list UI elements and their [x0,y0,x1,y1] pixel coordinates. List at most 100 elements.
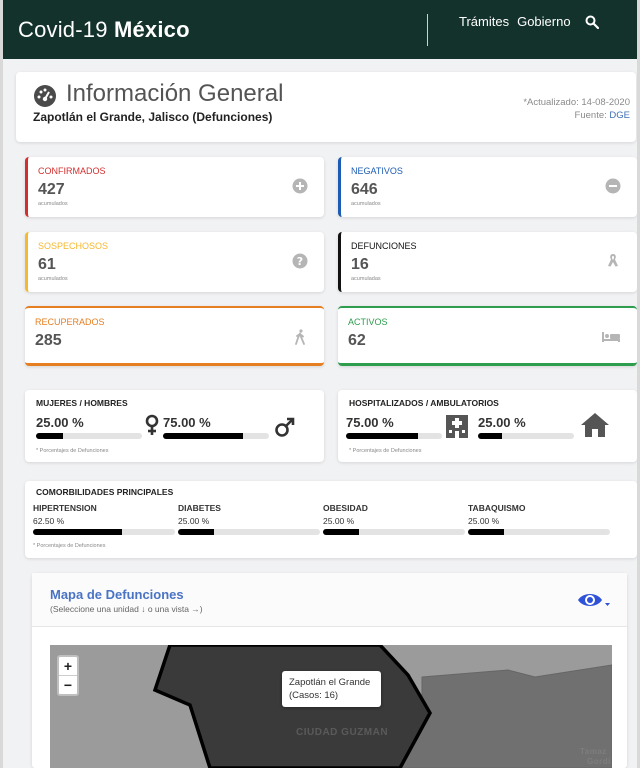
tooltip-cases: (Casos: 16) [289,690,339,701]
comorbidity-value: 62.50 % [33,516,65,526]
stat-note: acumulados [38,201,68,207]
hospital-card: HOSPITALIZADOS / AMBULATORIOS 75.00 % 25… [338,390,637,462]
stat-card-confirmados: CONFIRMADOS 427 acumulados [25,157,324,217]
stat-note: acumuladas [351,276,381,282]
stat-label: SOSPECHOSOS [38,241,109,251]
hospital-icon [445,412,469,443]
comorbidity-name: HIPERTENSION [33,503,97,513]
comorbidity-bar [468,529,610,535]
comorbidity-bar [178,529,320,535]
hospitalized-bar [346,433,442,439]
stat-value: 62 [348,332,366,349]
zoom-controls: + − [57,655,79,696]
location-subtitle: Zapotlán el Grande, Jalisco (Defunciones… [33,110,273,124]
stat-label: NEGATIVOS [351,166,403,176]
brand-logo[interactable]: Covid-19 México [18,17,190,43]
ambulatory-percent: 25.00 % [478,415,526,430]
source-link[interactable]: DGE [609,110,630,121]
home-icon [580,412,610,443]
comorbidities-card: COMORBILIDADES PRINCIPALES HIPERTENSION … [25,481,637,558]
stat-value: 427 [38,181,65,198]
zoom-out-button[interactable]: − [59,675,77,693]
map-header: Mapa de Defunciones (Seleccione una unid… [32,573,627,627]
view-selector-eye-icon[interactable] [577,589,611,613]
stat-label: RECUPERADOS [35,317,105,327]
info-header-card: Información General Zapotlán el Grande, … [16,72,636,142]
walking-icon [292,329,308,345]
comorbidity-bar-fill [468,529,504,535]
stat-card-defunciones: DEFUNCIONES 16 acumuladas [338,232,637,292]
hospital-heading: HOSPITALIZADOS / AMBULATORIOS [349,398,499,408]
bed-icon [601,329,621,345]
male-symbol-icon [274,416,296,443]
comorbidities-footnote: * Porcentajes de Defunciones [33,543,106,549]
comorbidity-name: DIABETES [178,503,221,513]
search-icon[interactable] [585,15,599,29]
nav-link-gobierno[interactable]: Gobierno [517,14,570,29]
stat-value: 285 [35,332,62,349]
brand-suffix: México [113,16,190,42]
source-prefix: Fuente: [574,110,607,121]
ambulatory-bar [478,433,574,439]
zoom-in-button[interactable]: + [59,657,77,675]
stat-value: 16 [351,256,369,273]
nav-links: Trámites Gobierno [459,14,599,29]
male-percent: 75.00 % [163,415,211,430]
comorbidity-bar-fill [178,529,214,535]
city-label: CIUDAD GUZMAN [296,727,389,738]
hospitalized-percent: 75.00 % [346,415,394,430]
comorbidity-value: 25.00 % [468,516,500,526]
svg-text:?: ? [297,255,303,268]
stat-note: acumulados [38,276,68,282]
comorbidity-bar [323,529,465,535]
minus-circle-icon [605,178,621,194]
stat-value: 646 [351,181,378,198]
stat-card-activos: ACTIVOS 62 [338,306,637,366]
ambulatory-bar-fill [478,433,502,439]
stat-note: acumulados [351,201,381,207]
stat-label: ACTIVOS [348,317,388,327]
stat-value: 61 [38,256,56,273]
update-info: *Actualizado: 14-08-2020 Fuente: DGE [523,96,630,122]
top-navbar: Covid-19 México Trámites Gobierno [3,0,637,59]
stat-card-negativos: NEGATIVOS 646 acumulados [338,157,637,217]
map-title: Mapa de Defunciones [50,587,184,602]
comorbidity-value: 25.00 % [323,516,355,526]
ribbon-icon [605,253,621,269]
brand-prefix: Covid-19 [18,16,108,42]
gender-heading: MUJERES / HOMBRES [36,398,128,408]
comorbidity-name: TABAQUISMO [468,503,526,513]
female-bar [36,433,142,439]
stat-label: DEFUNCIONES [351,241,417,251]
hospitalized-bar-fill [346,433,418,439]
hospital-footnote: * Porcentajes de Defunciones [349,448,422,454]
map-corner-label-2: Gordi [587,757,611,766]
dashboard-gauge-icon [33,84,57,108]
map-tooltip: Zapotlán el Grande (Casos: 16) [282,671,381,707]
comorbidity-bar-fill [323,529,359,535]
map-subtitle: (Seleccione una unidad ↓ o una vista →) [50,604,203,614]
male-bar [163,433,269,439]
comorbidity-name: OBESIDAD [323,503,368,513]
comorbidity-bar [33,529,175,535]
stat-card-sospechosos: SOSPECHOSOS 61 acumulados ? [25,232,324,292]
nav-link-tramites[interactable]: Trámites [459,14,509,29]
comorbidity-value: 25.00 % [178,516,210,526]
male-bar-fill [163,433,243,439]
gender-footnote: * Porcentajes de Defunciones [36,448,109,454]
comorbidity-bar-fill [33,529,122,535]
map-view[interactable]: + − Zapotlán el Grande (Casos: 16) CIUDA… [50,645,612,768]
comorbidities-heading: COMORBILIDADES PRINCIPALES [36,487,174,497]
map-card: Mapa de Defunciones (Seleccione una unid… [32,573,627,768]
page: Covid-19 México Trámites Gobierno Inform… [3,0,637,768]
female-symbol-icon [144,414,160,441]
stat-label: CONFIRMADOS [38,166,106,176]
updated-date: *Actualizado: 14-08-2020 [523,97,630,108]
nav-divider [427,14,428,46]
tooltip-name: Zapotlán el Grande [289,677,371,688]
page-title: Información General [66,80,284,107]
gender-card: MUJERES / HOMBRES 25.00 % 75.00 % * Porc… [25,390,324,462]
female-percent: 25.00 % [36,415,84,430]
stat-card-recuperados: RECUPERADOS 285 [25,306,324,366]
map-corner-label-1: Tamaz [580,747,607,756]
